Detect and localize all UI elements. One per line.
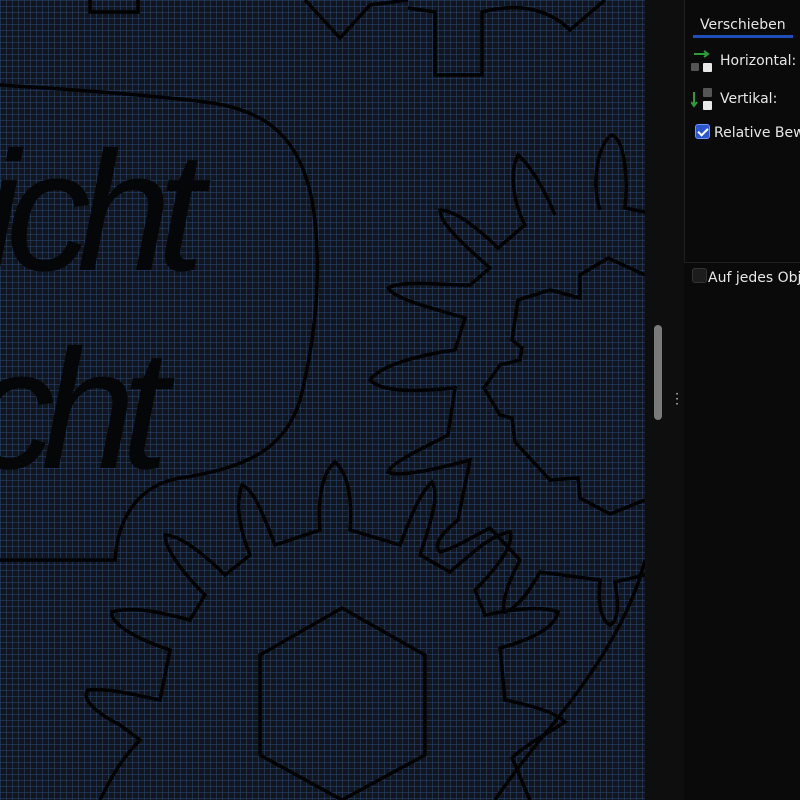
relative-move-label: Relative Bewe	[714, 125, 800, 141]
outer-curve	[493, 559, 645, 800]
move-vertical-icon	[691, 88, 712, 110]
bottom-gear-hexagon	[258, 605, 427, 800]
relative-move-checkbox[interactable]	[695, 124, 710, 139]
move-tab-content: Verschieben Horizontal: Vertikal: Relati…	[684, 0, 800, 263]
horizontal-label: Horizontal:	[720, 53, 797, 69]
tab-move[interactable]: Verschieben	[693, 17, 793, 38]
move-horizontal-icon	[691, 50, 712, 72]
right-gear-hexagon	[481, 256, 645, 516]
top-gear-fragment	[88, 0, 140, 14]
canvas-artwork: icht cht	[0, 0, 645, 800]
vertical-label: Vertikal:	[720, 91, 778, 107]
canvas-text-line-1: icht	[0, 117, 211, 307]
vertical-scrollbar-thumb[interactable]	[654, 325, 662, 420]
canvas-text-line-2: cht	[0, 315, 176, 505]
bottom-gear-shape	[84, 459, 568, 800]
drawing-canvas[interactable]: icht cht	[0, 0, 645, 800]
apply-each-object-checkbox[interactable]	[692, 268, 707, 283]
panel-splitter[interactable]: · · ·	[645, 0, 684, 800]
splitter-grip-icon[interactable]: · · ·	[674, 388, 680, 410]
transform-panel: Verschieben Horizontal: Vertikal: Relati…	[684, 0, 800, 800]
apply-each-object-label: Auf jedes Obje	[708, 270, 800, 286]
top-shape-fragment	[303, 0, 607, 77]
